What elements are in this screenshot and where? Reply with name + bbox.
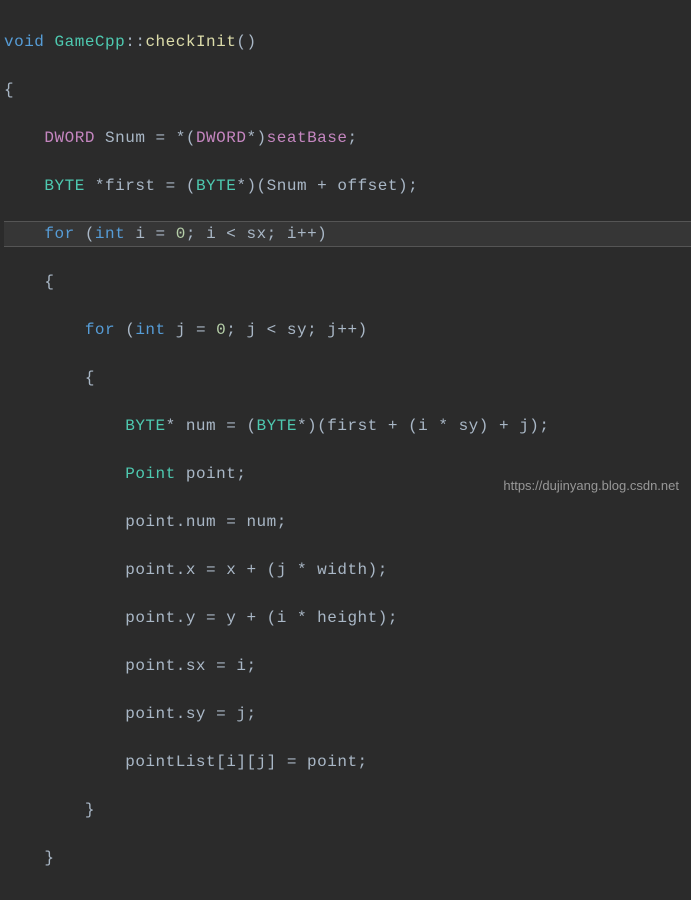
code-line: { — [4, 270, 691, 294]
keyword-void: void — [4, 33, 44, 51]
code-line: } — [4, 846, 691, 870]
code-line: point.y = y + (i * height); — [4, 606, 691, 630]
code-line: point.sx = i; — [4, 654, 691, 678]
watermark: https://dujinyang.blog.csdn.net — [503, 476, 679, 496]
code-line: void GameCpp::checkInit() — [4, 30, 691, 54]
code-line: pointList[i][j] = point; — [4, 750, 691, 774]
code-line: BYTE* num = (BYTE*)(first + (i * sy) + j… — [4, 414, 691, 438]
code-line: point.num = num; — [4, 510, 691, 534]
code-line-highlighted: for (int i = 0; i < sx; i++) — [4, 221, 691, 247]
class-name: GameCpp — [55, 33, 126, 51]
code-line: { — [4, 78, 691, 102]
code-line: { — [4, 366, 691, 390]
code-line: for (int j = 0; j < sy; j++) — [4, 318, 691, 342]
code-line: point.x = x + (j * width); — [4, 558, 691, 582]
code-line: DWORD Snum = *(DWORD*)seatBase; — [4, 126, 691, 150]
code-line: } — [4, 798, 691, 822]
code-line: BYTE *first = (BYTE*)(Snum + offset); — [4, 174, 691, 198]
code-editor: void GameCpp::checkInit() { DWORD Snum =… — [0, 0, 691, 900]
function-name: checkInit — [145, 33, 236, 51]
code-line: point.sy = j; — [4, 702, 691, 726]
